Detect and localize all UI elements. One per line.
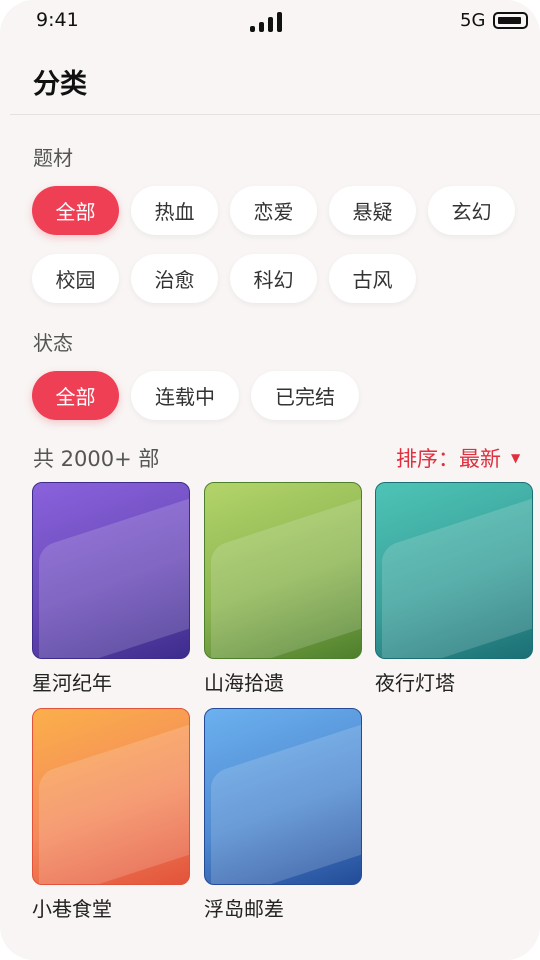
genre-chip-hot-blood[interactable]: 热血 — [131, 186, 218, 235]
book-cover — [32, 708, 190, 885]
genre-chip-mystery[interactable]: 悬疑 — [329, 186, 416, 235]
book-cover — [204, 482, 362, 659]
book-title: 夜行灯塔 — [375, 671, 455, 695]
app-screen: 9:41 5G 分类 题材 全部 热血 恋爱 悬疑 玄幻 校园 治愈 科幻 古风… — [0, 0, 540, 960]
page-title: 分类 — [33, 69, 87, 100]
book-title: 山海拾遗 — [204, 671, 284, 695]
book-cover — [375, 482, 533, 659]
genre-chip-scifi[interactable]: 科幻 — [230, 254, 317, 303]
book-card[interactable]: 浮岛邮差 — [204, 708, 362, 921]
status-time: 9:41 — [36, 9, 79, 31]
genre-chip-romance[interactable]: 恋爱 — [230, 186, 317, 235]
result-count: 共 2000+ 部 — [33, 447, 160, 471]
status-chip-completed[interactable]: 已完结 — [251, 371, 359, 420]
sort-dropdown[interactable]: 排序：最新 ▼ — [396, 443, 520, 473]
battery-icon — [493, 12, 528, 29]
status-chip-all[interactable]: 全部 — [32, 371, 119, 420]
book-card[interactable]: 山海拾遗 — [204, 482, 362, 695]
genre-chip-healing[interactable]: 治愈 — [131, 254, 218, 303]
caret-down-icon: ▼ — [511, 451, 521, 465]
book-card[interactable]: 星河纪年 — [32, 482, 190, 695]
genre-chip-ancient[interactable]: 古风 — [329, 254, 416, 303]
book-title: 星河纪年 — [32, 671, 112, 695]
book-card[interactable]: 夜行灯塔 — [375, 482, 533, 695]
genre-section-label: 题材 — [33, 146, 73, 170]
signal-icon — [250, 10, 286, 32]
book-cover — [204, 708, 362, 885]
genre-chip-campus[interactable]: 校园 — [32, 254, 119, 303]
genre-chip-all[interactable]: 全部 — [32, 186, 119, 235]
genre-chip-fantasy[interactable]: 玄幻 — [428, 186, 515, 235]
book-card[interactable]: 小巷食堂 — [32, 708, 190, 921]
status-section-label: 状态 — [33, 331, 73, 355]
sort-label: 排序：最新 — [396, 447, 501, 471]
header-divider — [10, 114, 540, 115]
book-title: 小巷食堂 — [32, 897, 112, 921]
status-bar: 9:41 5G — [0, 0, 540, 44]
status-chip-ongoing[interactable]: 连载中 — [131, 371, 239, 420]
network-type: 5G — [460, 10, 486, 31]
book-cover — [32, 482, 190, 659]
book-title: 浮岛邮差 — [204, 897, 284, 921]
